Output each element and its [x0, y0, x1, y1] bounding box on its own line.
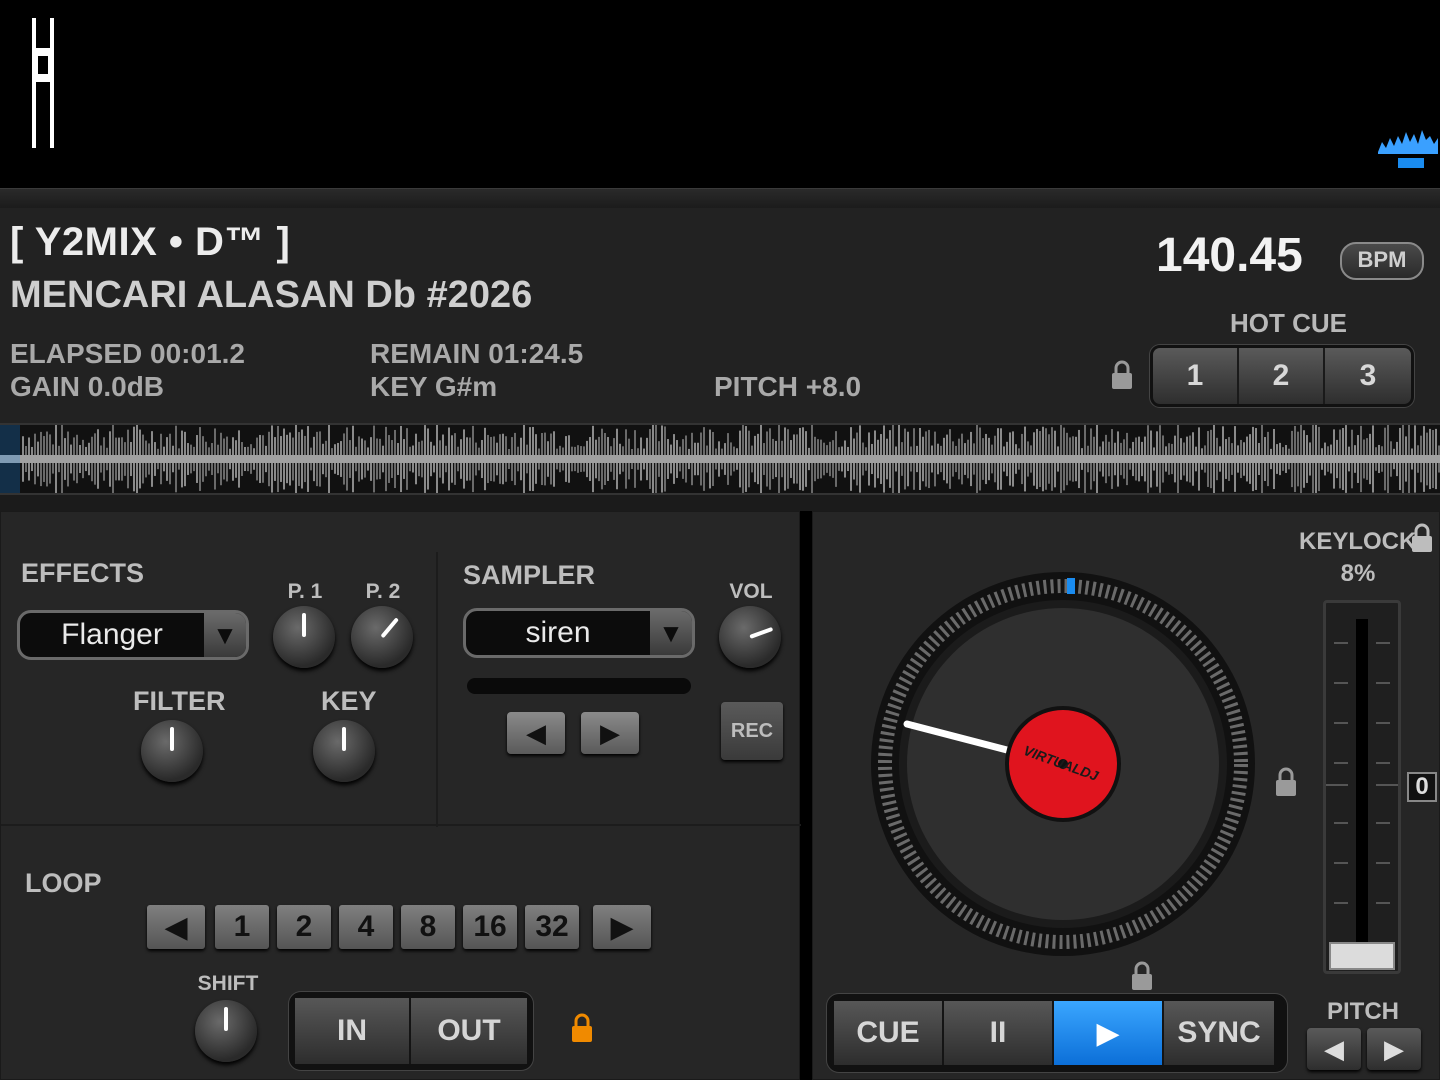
track-waveform[interactable] — [0, 423, 1440, 495]
divider — [436, 552, 438, 827]
sync-button[interactable]: SYNC — [1164, 1001, 1274, 1065]
gain-value: GAIN 0.0dB — [10, 371, 165, 402]
knob-indicator — [749, 626, 774, 639]
keylock-label: KEYLOCK — [1299, 528, 1417, 555]
pitch-readout: PITCH +8.0 — [714, 371, 862, 402]
p1-label: P. 1 — [287, 580, 323, 603]
filter-knob[interactable] — [141, 720, 203, 782]
hot-cue-2-button[interactable]: 2 — [1239, 348, 1325, 404]
key-value: KEY G#m — [370, 371, 498, 402]
pause-button[interactable]: II — [944, 1001, 1054, 1065]
loop-out-button[interactable]: OUT — [411, 998, 527, 1064]
pitch-fader-handle — [1329, 942, 1395, 970]
loop-in-button[interactable]: IN — [295, 998, 412, 1064]
pitch-up-button[interactable]: ▶ — [1367, 1028, 1421, 1070]
loop-size-4-button[interactable]: 4 — [339, 905, 393, 949]
hot-cue-1-button[interactable]: 1 — [1153, 348, 1239, 404]
knob-indicator — [380, 617, 399, 639]
track-artist: [ Y2MIX • D™ ] — [10, 220, 291, 264]
bpm-value: 140.45 — [1156, 229, 1303, 282]
track-title: MENCARI ALASAN Db #2026 — [10, 274, 533, 316]
waveform-progress — [0, 425, 20, 493]
waveform-graphic — [0, 423, 1440, 495]
knob-indicator — [224, 1007, 228, 1031]
loop-size-1-button[interactable]: 1 — [215, 905, 269, 949]
sampler-dropdown[interactable]: siren ▼ — [463, 608, 695, 658]
overview-waveform-tail — [1378, 130, 1438, 168]
sampler-rec-button[interactable]: REC — [721, 702, 783, 760]
pitch-fader[interactable] — [1323, 600, 1401, 974]
keylock-percent: 8% — [1340, 560, 1376, 587]
loop-next-button[interactable]: ▶ — [593, 905, 651, 949]
effects-label: EFFECTS — [21, 558, 145, 588]
sampler-selected: siren — [525, 616, 591, 649]
hot-cue-lock-icon[interactable] — [1110, 360, 1134, 390]
play-button[interactable]: ▶ — [1054, 1001, 1164, 1065]
pitch-zero-reset[interactable]: 0 — [1407, 772, 1437, 802]
cue-lock-icon[interactable] — [1129, 960, 1155, 992]
loop-size-16-button[interactable]: 16 — [463, 905, 517, 949]
key-label: KEY — [321, 686, 377, 716]
remain-time: REMAIN 01:24.5 — [370, 338, 584, 369]
key-knob[interactable] — [313, 720, 375, 782]
chevron-down-icon: ▼ — [204, 613, 246, 657]
keylock-icon[interactable] — [1409, 522, 1435, 554]
loop-lock-icon[interactable] — [569, 1012, 595, 1044]
chevron-down-icon: ▼ — [650, 611, 692, 655]
elapsed-time: ELAPSED 00:01.2 — [10, 338, 245, 369]
track-overview[interactable] — [0, 0, 1440, 190]
effects-loop-panel: EFFECTS Flanger ▼ P. 1 P. 2 FILTER KEY S… — [0, 511, 801, 1080]
loop-label: LOOP — [25, 868, 102, 898]
jog-lock-icon[interactable] — [1273, 766, 1299, 798]
pitch-fader-scale — [1326, 619, 1398, 970]
loop-in-out-group: IN OUT — [289, 992, 533, 1070]
p2-label: P. 2 — [365, 580, 401, 603]
waveform-centerline — [0, 455, 1440, 463]
overview-separator — [0, 188, 1440, 210]
divider — [1, 824, 801, 826]
knob-indicator — [302, 613, 306, 637]
loop-prev-button[interactable]: ◀ — [147, 905, 205, 949]
p1-knob[interactable] — [273, 606, 335, 668]
shift-label: SHIFT — [197, 972, 259, 995]
lower-separator — [0, 495, 1440, 511]
loop-size-32-button[interactable]: 32 — [525, 905, 579, 949]
hot-cue-label: HOT CUE — [1230, 308, 1347, 338]
sampler-progress-bar — [467, 678, 691, 694]
sampler-prev-button[interactable]: ◀ — [507, 712, 565, 754]
hot-cue-buttons: 1 2 3 — [1150, 345, 1414, 407]
transport-group: CUE II ▶ SYNC — [827, 994, 1287, 1072]
shift-knob[interactable] — [195, 1000, 257, 1062]
effects-selected: Flanger — [61, 618, 163, 651]
jog-position-marker — [1067, 578, 1075, 594]
filter-label: FILTER — [133, 686, 226, 716]
overview-position-marker — [32, 18, 54, 148]
deck-info-panel: [ Y2MIX • D™ ] MENCARI ALASAN Db #2026 E… — [0, 208, 1440, 423]
hot-cue-3-button[interactable]: 3 — [1325, 348, 1411, 404]
loop-size-2-button[interactable]: 2 — [277, 905, 331, 949]
effects-dropdown[interactable]: Flanger ▼ — [17, 610, 249, 660]
pitch-label: PITCH — [1327, 998, 1399, 1025]
pitch-down-button[interactable]: ◀ — [1307, 1028, 1361, 1070]
vol-label: VOL — [729, 580, 773, 603]
p2-knob[interactable] — [351, 606, 413, 668]
knob-indicator — [342, 727, 346, 751]
knob-indicator — [170, 727, 174, 751]
sampler-next-button[interactable]: ▶ — [581, 712, 639, 754]
cue-button[interactable]: CUE — [834, 1001, 944, 1065]
turntable-panel: KEYLOCK 8% VIRTUALDJ 0 CUE II ▶ SYNC PIT… — [812, 511, 1440, 1080]
sampler-volume-knob[interactable] — [719, 606, 781, 668]
loop-size-8-button[interactable]: 8 — [401, 905, 455, 949]
bpm-button[interactable]: BPM — [1340, 242, 1424, 280]
sampler-label: SAMPLER — [463, 560, 596, 590]
